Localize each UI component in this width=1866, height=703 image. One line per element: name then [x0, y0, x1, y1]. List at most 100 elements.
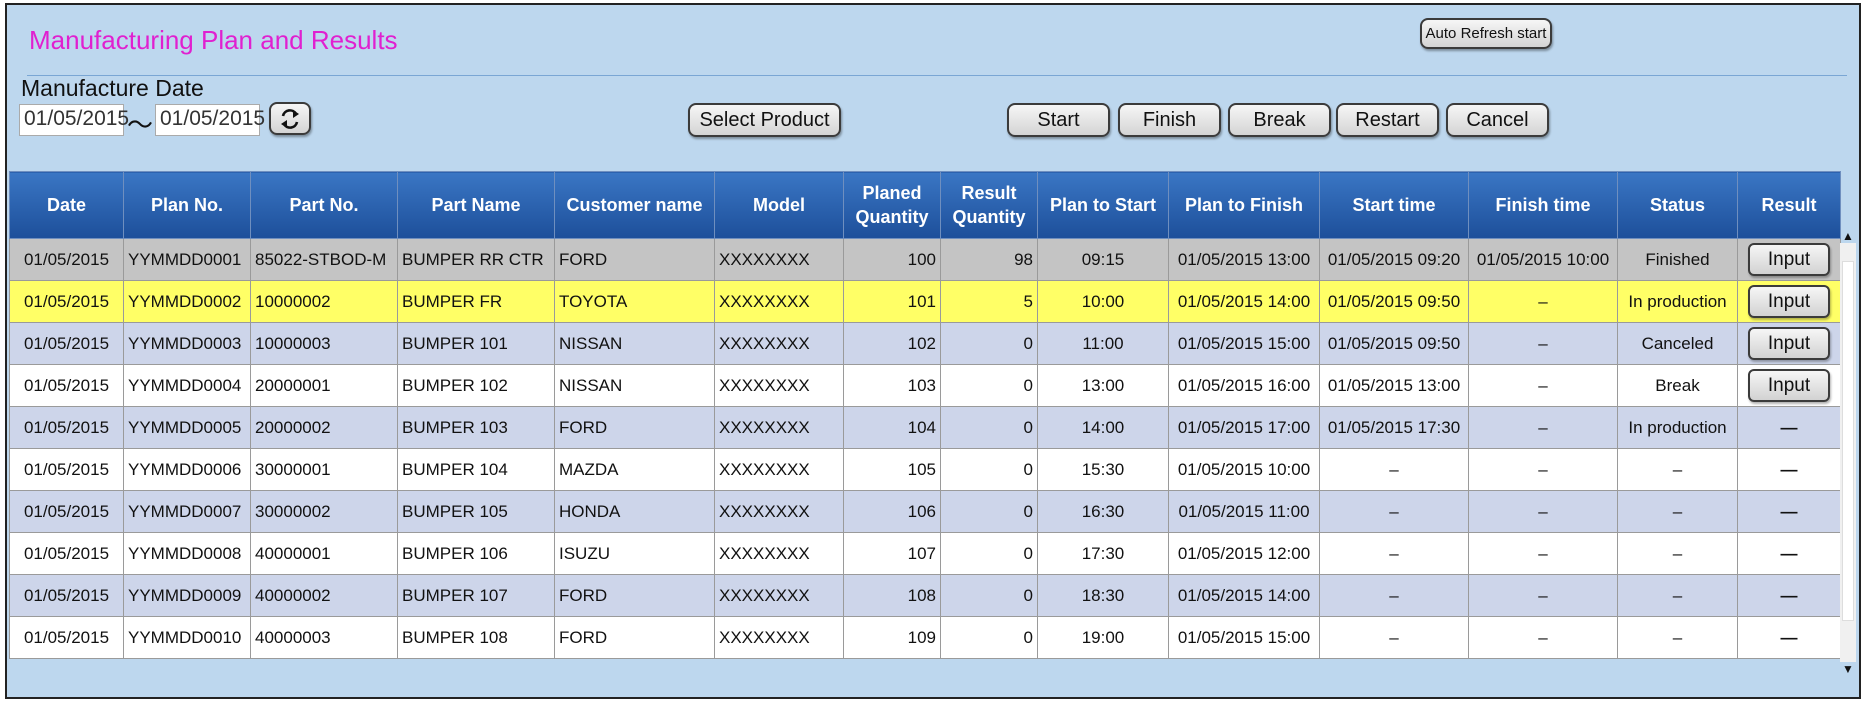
cell-result: Input: [1737, 364, 1841, 407]
cell-result-qty: 0: [940, 406, 1038, 449]
col-header-date[interactable]: Date: [9, 171, 124, 239]
cell-start-time: 01/05/2015 17:30: [1319, 406, 1469, 449]
input-result-button[interactable]: Input: [1748, 327, 1830, 360]
col-header-part-no[interactable]: Part No.: [250, 171, 398, 239]
select-product-button[interactable]: Select Product: [688, 103, 841, 137]
cell-result: Input: [1737, 280, 1841, 323]
cell-model: XXXXXXXX: [714, 280, 844, 323]
restart-button[interactable]: Restart: [1336, 103, 1439, 137]
col-header-result-quantity[interactable]: Result Quantity: [940, 171, 1038, 239]
cell-plan-finish: 01/05/2015 11:00: [1168, 490, 1320, 533]
cell-model: XXXXXXXX: [714, 322, 844, 365]
cell-planned-qty: 109: [843, 616, 941, 659]
cell-finish-time: –: [1468, 448, 1618, 491]
cell-plan-no: YYMMDD0006: [123, 448, 251, 491]
cell-planned-qty: 103: [843, 364, 941, 407]
col-header-part-name[interactable]: Part Name: [397, 171, 555, 239]
col-header-status[interactable]: Status: [1617, 171, 1738, 239]
cell-result-qty: 0: [940, 574, 1038, 617]
cell-plan-finish: 01/05/2015 14:00: [1168, 574, 1320, 617]
cell-planned-qty: 102: [843, 322, 941, 365]
cell-status: –: [1617, 490, 1738, 533]
refresh-icon: [281, 108, 299, 129]
cell-customer: FORD: [554, 238, 715, 281]
input-result-button[interactable]: Input: [1748, 285, 1830, 318]
date-range-separator: ～: [127, 110, 154, 140]
cell-model: XXXXXXXX: [714, 448, 844, 491]
cell-result: —: [1737, 574, 1841, 617]
col-header-finish-time[interactable]: Finish time: [1468, 171, 1618, 239]
scrollbar-thumb[interactable]: [1842, 261, 1854, 621]
table-row[interactable]: 01/05/2015 YYMMDD0005 20000002 BUMPER 103 FO…: [9, 406, 1841, 449]
break-button[interactable]: Break: [1228, 103, 1331, 137]
cell-model: XXXXXXXX: [714, 616, 844, 659]
table-row[interactable]: 01/05/2015 YYMMDD0001 85022-STBOD-M BUMPER …: [9, 238, 1841, 281]
cell-status: In production: [1617, 406, 1738, 449]
cell-result: Input: [1737, 238, 1841, 281]
col-header-plan-to-start[interactable]: Plan to Start: [1037, 171, 1169, 239]
cell-model: XXXXXXXX: [714, 364, 844, 407]
table-row[interactable]: 01/05/2015 YYMMDD0006 30000001 BUMPER 104 MA…: [9, 448, 1841, 491]
cell-customer: TOYOTA: [554, 280, 715, 323]
cell-plan-no: YYMMDD0001: [123, 238, 251, 281]
cell-model: XXXXXXXX: [714, 490, 844, 533]
cell-start-time: 01/05/2015 13:00: [1319, 364, 1469, 407]
cell-part-name: BUMPER FR: [397, 280, 555, 323]
col-header-customer-name[interactable]: Customer name: [554, 171, 715, 239]
input-result-button[interactable]: Input: [1748, 369, 1830, 402]
col-header-plan-to-finish[interactable]: Plan to Finish: [1168, 171, 1320, 239]
col-header-start-time[interactable]: Start time: [1319, 171, 1469, 239]
cell-part-no: 30000001: [250, 448, 398, 491]
cell-part-no: 40000001: [250, 532, 398, 575]
date-to-input[interactable]: 01/05/2015: [155, 104, 265, 136]
table-row[interactable]: 01/05/2015 YYMMDD0009 40000002 BUMPER 107 FO…: [9, 574, 1841, 617]
date-from-input[interactable]: 01/05/2015: [19, 104, 129, 136]
cell-plan-start: 11:00: [1037, 322, 1169, 365]
cell-plan-start: 15:30: [1037, 448, 1169, 491]
table-row[interactable]: 01/05/2015 YYMMDD0004 20000001 BUMPER 102 NI…: [9, 364, 1841, 407]
start-button[interactable]: Start: [1007, 103, 1110, 137]
scroll-down-arrow[interactable]: ▼: [1842, 662, 1854, 676]
cell-plan-no: YYMMDD0002: [123, 280, 251, 323]
cell-date: 01/05/2015: [9, 238, 124, 281]
table-row[interactable]: 01/05/2015 YYMMDD0003 10000003 BUMPER 101 NI…: [9, 322, 1841, 365]
cell-plan-no: YYMMDD0004: [123, 364, 251, 407]
cell-part-name: BUMPER 105: [397, 490, 555, 533]
cell-plan-start: 18:30: [1037, 574, 1169, 617]
cell-result-qty: 0: [940, 532, 1038, 575]
cell-plan-finish: 01/05/2015 15:00: [1168, 322, 1320, 365]
col-header-plan-no[interactable]: Plan No.: [123, 171, 251, 239]
table-row[interactable]: 01/05/2015 YYMMDD0007 30000002 BUMPER 105 HO…: [9, 490, 1841, 533]
cell-finish-time: –: [1468, 490, 1618, 533]
cancel-button[interactable]: Cancel: [1446, 103, 1549, 137]
col-header-result[interactable]: Result: [1737, 171, 1841, 239]
input-result-button[interactable]: Input: [1748, 243, 1830, 276]
cell-plan-no: YYMMDD0009: [123, 574, 251, 617]
cell-customer: FORD: [554, 616, 715, 659]
table-row[interactable]: 01/05/2015 YYMMDD0010 40000003 BUMPER 108 FO…: [9, 616, 1841, 659]
refresh-date-button[interactable]: [269, 102, 311, 135]
cell-part-name: BUMPER 101: [397, 322, 555, 365]
cell-date: 01/05/2015: [9, 406, 124, 449]
cell-plan-start: 16:30: [1037, 490, 1169, 533]
cell-plan-start: 17:30: [1037, 532, 1169, 575]
cell-part-no: 10000003: [250, 322, 398, 365]
auto-refresh-button[interactable]: Auto Refresh start: [1420, 18, 1552, 49]
cell-date: 01/05/2015: [9, 616, 124, 659]
cell-part-no: 20000002: [250, 406, 398, 449]
scroll-up-arrow[interactable]: ▲: [1842, 229, 1854, 243]
cell-date: 01/05/2015: [9, 532, 124, 575]
cell-planned-qty: 108: [843, 574, 941, 617]
table-row[interactable]: 01/05/2015 YYMMDD0002 10000002 BUMPER FR TOY…: [9, 280, 1841, 323]
cell-status: Break: [1617, 364, 1738, 407]
finish-button[interactable]: Finish: [1118, 103, 1221, 137]
cell-start-time: –: [1319, 490, 1469, 533]
cell-part-no: 40000003: [250, 616, 398, 659]
cell-finish-time: –: [1468, 406, 1618, 449]
cell-plan-finish: 01/05/2015 15:00: [1168, 616, 1320, 659]
col-header-planned-quantity[interactable]: Planed Quantity: [843, 171, 941, 239]
cell-start-time: 01/05/2015 09:50: [1319, 322, 1469, 365]
col-header-model[interactable]: Model: [714, 171, 844, 239]
table-row[interactable]: 01/05/2015 YYMMDD0008 40000001 BUMPER 106 IS…: [9, 532, 1841, 575]
table-scrollbar[interactable]: [1840, 243, 1856, 662]
